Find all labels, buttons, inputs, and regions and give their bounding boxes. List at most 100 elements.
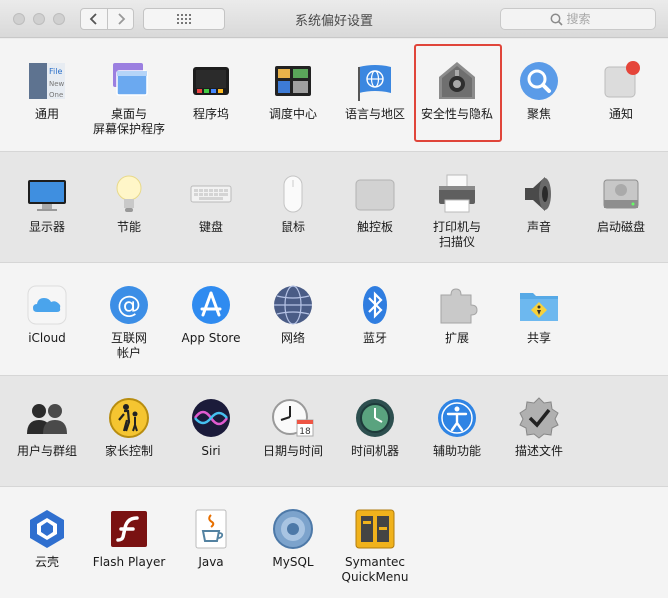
grid-icon bbox=[177, 14, 191, 24]
pref-accessibility[interactable]: 辅助功能 bbox=[416, 386, 498, 486]
pref-internet-accounts[interactable]: @ 互联网 帐户 bbox=[88, 273, 170, 373]
pref-trackpad[interactable]: 触控板 bbox=[334, 162, 416, 262]
pref-parental-controls[interactable]: 家长控制 bbox=[88, 386, 170, 486]
pref-users-groups[interactable]: 用户与群组 bbox=[6, 386, 88, 486]
pref-bluetooth[interactable]: 蓝牙 bbox=[334, 273, 416, 373]
chevron-left-icon bbox=[89, 13, 97, 25]
pref-label: 通用 bbox=[34, 107, 59, 121]
java-icon bbox=[189, 507, 233, 551]
pref-yunke[interactable]: 云壳 bbox=[6, 497, 88, 597]
pref-siri[interactable]: Siri bbox=[170, 386, 252, 486]
pref-icloud[interactable]: iCloud bbox=[6, 273, 88, 373]
search-input[interactable] bbox=[566, 12, 607, 26]
pref-mouse[interactable]: 鼠标 bbox=[252, 162, 334, 262]
pref-mysql[interactable]: MySQL bbox=[252, 497, 334, 597]
pref-sharing[interactable]: 共享 bbox=[498, 273, 580, 373]
pref-startup-disk[interactable]: 启动磁盘 bbox=[580, 162, 662, 262]
general-icon: File New One bbox=[25, 59, 69, 103]
pref-extensions[interactable]: 扩展 bbox=[416, 273, 498, 373]
pref-label: 键盘 bbox=[198, 220, 223, 234]
network-globe-icon bbox=[271, 283, 315, 327]
pref-label: 打印机与 扫描仪 bbox=[432, 220, 481, 249]
pref-symantec-quickmenu[interactable]: Symantec QuickMenu bbox=[334, 497, 416, 597]
pref-mission-control[interactable]: 调度中心 bbox=[252, 49, 334, 149]
pref-label: Symantec QuickMenu bbox=[341, 555, 409, 584]
pref-label: 描述文件 bbox=[514, 444, 563, 458]
pref-network[interactable]: 网络 bbox=[252, 273, 334, 373]
pref-label: 鼠标 bbox=[280, 220, 305, 234]
show-all-button[interactable] bbox=[143, 8, 225, 30]
pref-energy-saver[interactable]: 节能 bbox=[88, 162, 170, 262]
pref-java[interactable]: Java bbox=[170, 497, 252, 597]
pref-label: 家长控制 bbox=[104, 444, 153, 458]
zoom-window-button[interactable] bbox=[53, 13, 65, 25]
svg-text:One: One bbox=[49, 91, 63, 99]
pref-notifications[interactable]: 通知 bbox=[580, 49, 662, 149]
window-title: 系统偏好设置 bbox=[294, 14, 373, 29]
keyboard-icon bbox=[189, 172, 233, 216]
svg-text:New: New bbox=[49, 80, 65, 88]
forward-button[interactable] bbox=[107, 9, 133, 29]
pref-time-machine[interactable]: 时间机器 bbox=[334, 386, 416, 486]
pref-profiles[interactable]: 描述文件 bbox=[498, 386, 580, 486]
pref-general[interactable]: File New One 通用 bbox=[6, 49, 88, 149]
app-store-icon bbox=[189, 283, 233, 327]
close-window-button[interactable] bbox=[13, 13, 25, 25]
pref-label: 聚焦 bbox=[526, 107, 551, 121]
mysql-gear-icon bbox=[271, 507, 315, 551]
speaker-icon bbox=[517, 172, 561, 216]
pref-label: Java bbox=[198, 555, 224, 569]
pref-label: MySQL bbox=[272, 555, 314, 569]
search-icon bbox=[550, 13, 563, 26]
desktop-screensaver-icon bbox=[107, 59, 151, 103]
system-preferences-window: 系统偏好设置 File New One 通用 桌面与 屏幕保护程序 bbox=[0, 0, 668, 598]
pref-label: 显示器 bbox=[28, 220, 65, 234]
pref-displays[interactable]: 显示器 bbox=[6, 162, 88, 262]
pref-language-region[interactable]: 语言与地区 bbox=[334, 49, 416, 149]
parental-controls-icon bbox=[107, 396, 151, 440]
pref-label: 云壳 bbox=[34, 555, 59, 569]
pref-sound[interactable]: 声音 bbox=[498, 162, 580, 262]
pref-label: 程序坞 bbox=[192, 107, 229, 121]
pref-dock[interactable]: 程序坞 bbox=[170, 49, 252, 149]
pref-flash-player[interactable]: Flash Player bbox=[88, 497, 170, 597]
pref-keyboard[interactable]: 键盘 bbox=[170, 162, 252, 262]
chevron-right-icon bbox=[117, 13, 125, 25]
pref-label: 共享 bbox=[526, 331, 551, 345]
preferences-row-internet: iCloud @ 互联网 帐户 App Store 网络 蓝牙 扩展 共享 bbox=[0, 263, 668, 375]
pref-label: 通知 bbox=[608, 107, 633, 121]
printer-icon bbox=[435, 172, 479, 216]
back-button[interactable] bbox=[81, 9, 107, 29]
pref-label: 触控板 bbox=[356, 220, 393, 234]
hexagon-shell-icon bbox=[25, 507, 69, 551]
minimize-window-button[interactable] bbox=[33, 13, 45, 25]
lightbulb-icon bbox=[107, 172, 151, 216]
pref-label: Siri bbox=[201, 444, 221, 458]
preferences-row-hardware: 显示器 节能 键盘 鼠标 触控板 打印机与 扫描仪 声音 启动磁盘 bbox=[0, 151, 668, 263]
pref-app-store[interactable]: App Store bbox=[170, 273, 252, 373]
dock-icon bbox=[189, 59, 233, 103]
users-icon bbox=[25, 396, 69, 440]
at-sign-icon: @ bbox=[107, 283, 151, 327]
notifications-icon bbox=[599, 59, 643, 103]
pref-label: 网络 bbox=[280, 331, 305, 345]
pref-label: 蓝牙 bbox=[362, 331, 387, 345]
siri-icon bbox=[189, 396, 233, 440]
search-field[interactable] bbox=[500, 8, 656, 30]
pref-label: 调度中心 bbox=[268, 107, 317, 121]
pref-spotlight[interactable]: 聚焦 bbox=[498, 49, 580, 149]
pref-printers-scanners[interactable]: 打印机与 扫描仪 bbox=[416, 162, 498, 262]
pref-label: 时间机器 bbox=[350, 444, 399, 458]
flag-globe-icon bbox=[353, 59, 397, 103]
title-bar: 系统偏好设置 bbox=[0, 0, 668, 38]
clock-calendar-icon: 18 bbox=[271, 396, 315, 440]
pref-label: Flash Player bbox=[92, 555, 166, 569]
profiles-badge-icon bbox=[517, 396, 561, 440]
pref-label: 日期与时间 bbox=[262, 444, 323, 458]
pref-date-time[interactable]: 18 日期与时间 bbox=[252, 386, 334, 486]
pref-label: iCloud bbox=[28, 331, 66, 345]
pref-desktop-screensaver[interactable]: 桌面与 屏幕保护程序 bbox=[88, 49, 170, 149]
pref-label: 辅助功能 bbox=[432, 444, 481, 458]
pref-label: 互联网 帐户 bbox=[110, 331, 147, 360]
navigation-buttons bbox=[80, 8, 134, 30]
